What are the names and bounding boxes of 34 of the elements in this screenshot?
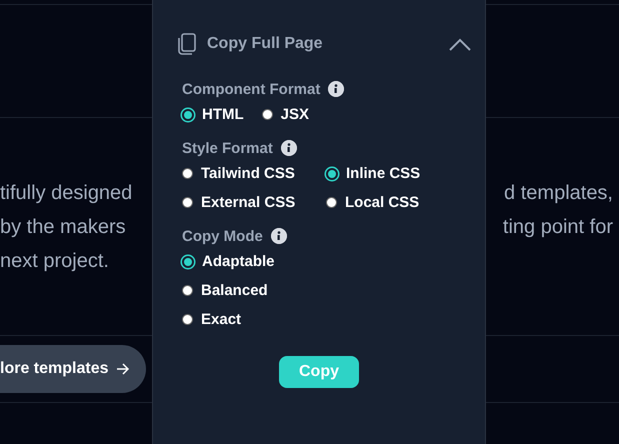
radio-option[interactable]: Local CSS	[326, 192, 485, 213]
radio-option[interactable]: Balanced	[182, 280, 485, 301]
section-label: Style Format	[182, 140, 273, 156]
arrow-right-icon	[116, 363, 130, 375]
info-icon[interactable]	[280, 140, 297, 156]
copy-icon	[177, 33, 197, 55]
info-icon[interactable]	[270, 228, 287, 244]
radio-option[interactable]: HTML	[182, 104, 244, 125]
section-label: Component Format	[182, 80, 320, 98]
radio-option[interactable]: Tailwind CSS	[182, 163, 326, 184]
paragraph-text: by the makers	[0, 216, 126, 238]
radio-button[interactable]	[182, 197, 193, 208]
radio-button[interactable]	[182, 168, 193, 179]
radio-button[interactable]	[182, 314, 193, 325]
paragraph-text: ting point for	[502, 216, 613, 238]
section-title[interactable]: Copy Full Page	[207, 35, 449, 53]
radio-option[interactable]: Exact	[182, 309, 485, 330]
radio-button[interactable]	[182, 256, 194, 268]
radio-option[interactable]: External CSS	[182, 192, 326, 213]
radio-option[interactable]: Adaptable	[182, 251, 485, 272]
paragraph-text: tifully designed	[0, 182, 132, 204]
radio-button[interactable]	[326, 197, 337, 208]
radio-button[interactable]	[182, 285, 193, 296]
paragraph-text: next project.	[0, 250, 109, 272]
radio-button[interactable]	[262, 109, 273, 120]
info-icon[interactable]	[328, 81, 344, 97]
paragraph-text: d templates,	[504, 182, 613, 204]
more-templates-button[interactable]: lore templates	[0, 345, 146, 393]
radio-button[interactable]	[182, 108, 194, 120]
radio-button[interactable]	[326, 168, 338, 180]
section-label: Copy Mode	[182, 228, 263, 244]
radio-option[interactable]: JSX	[262, 104, 310, 125]
radio-option[interactable]: Inline CSS	[326, 163, 485, 184]
chevron-icon[interactable]	[449, 38, 471, 50]
